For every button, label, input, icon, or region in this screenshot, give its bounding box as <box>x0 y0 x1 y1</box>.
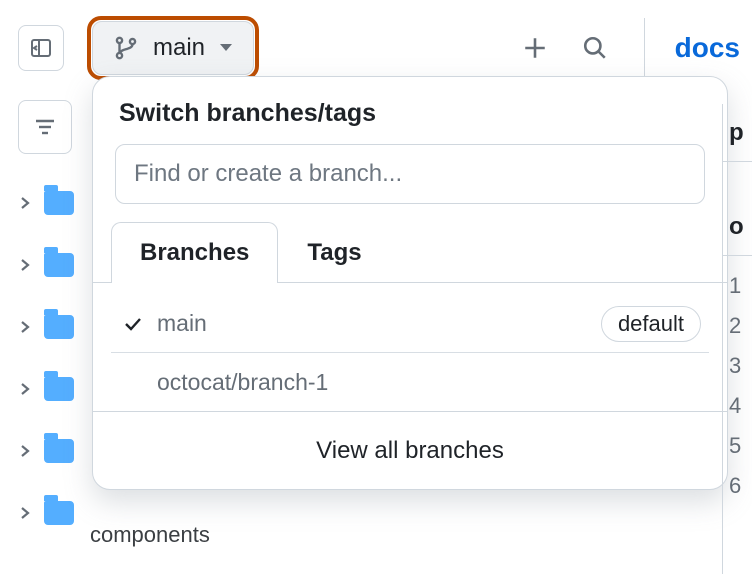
tree-item[interactable] <box>18 482 78 544</box>
editor-header-fragment: p <box>723 104 752 162</box>
folder-icon <box>44 377 74 401</box>
line-number: 4 <box>729 386 752 426</box>
line-number: 1 <box>729 266 752 306</box>
branch-switch-popover: Switch branches/tags Branches Tags main … <box>92 76 728 490</box>
line-number: 2 <box>729 306 752 346</box>
collapse-panel-button[interactable] <box>18 25 64 71</box>
add-button[interactable] <box>510 23 560 73</box>
line-number: 6 <box>729 466 752 506</box>
tree-item[interactable] <box>18 172 78 234</box>
branch-name: octocat/branch-1 <box>157 369 328 396</box>
plus-icon <box>522 35 548 61</box>
chevron-right-icon <box>18 382 32 396</box>
chevron-right-icon <box>18 444 32 458</box>
filter-button[interactable] <box>18 100 72 154</box>
divider <box>644 18 645 78</box>
line-number: 5 <box>729 426 752 466</box>
search-icon <box>582 35 608 61</box>
git-branch-icon <box>113 35 139 61</box>
chevron-right-icon <box>18 506 32 520</box>
branch-row[interactable]: octocat/branch-1 <box>111 353 709 411</box>
filter-icon <box>33 115 57 139</box>
folder-icon <box>44 439 74 463</box>
tree-item-label[interactable]: components <box>90 522 210 548</box>
line-gutter: 1 2 3 4 5 6 <box>723 256 752 506</box>
popover-title: Switch branches/tags <box>93 77 727 144</box>
branch-name: main <box>157 310 207 337</box>
tree-item[interactable] <box>18 420 78 482</box>
editor-subheader-fragment: o <box>723 162 752 256</box>
chevron-right-icon <box>18 320 32 334</box>
folder-icon <box>44 253 74 277</box>
tab-branches[interactable]: Branches <box>111 222 278 283</box>
folder-icon <box>44 501 74 525</box>
file-tree <box>18 172 78 544</box>
tab-tags[interactable]: Tags <box>278 222 390 283</box>
path-segment-docs[interactable]: docs <box>675 32 740 64</box>
branch-selector-label: main <box>153 34 205 62</box>
panel-collapse-icon <box>29 36 53 60</box>
folder-icon <box>44 315 74 339</box>
branch-selector-button[interactable]: main <box>92 21 254 75</box>
line-number: 3 <box>729 346 752 386</box>
view-all-branches-link[interactable]: View all branches <box>93 411 727 489</box>
tree-item[interactable] <box>18 234 78 296</box>
tree-item[interactable] <box>18 296 78 358</box>
chevron-right-icon <box>18 196 32 210</box>
caret-down-icon <box>219 43 233 53</box>
search-button[interactable] <box>570 23 620 73</box>
tree-item[interactable] <box>18 358 78 420</box>
check-icon <box>119 314 147 334</box>
branch-search-input[interactable] <box>115 144 705 204</box>
editor-pane-fragment: p o 1 2 3 4 5 6 <box>722 104 752 574</box>
branch-row[interactable]: main default <box>111 295 709 353</box>
default-badge: default <box>601 306 701 342</box>
chevron-right-icon <box>18 258 32 272</box>
folder-icon <box>44 191 74 215</box>
